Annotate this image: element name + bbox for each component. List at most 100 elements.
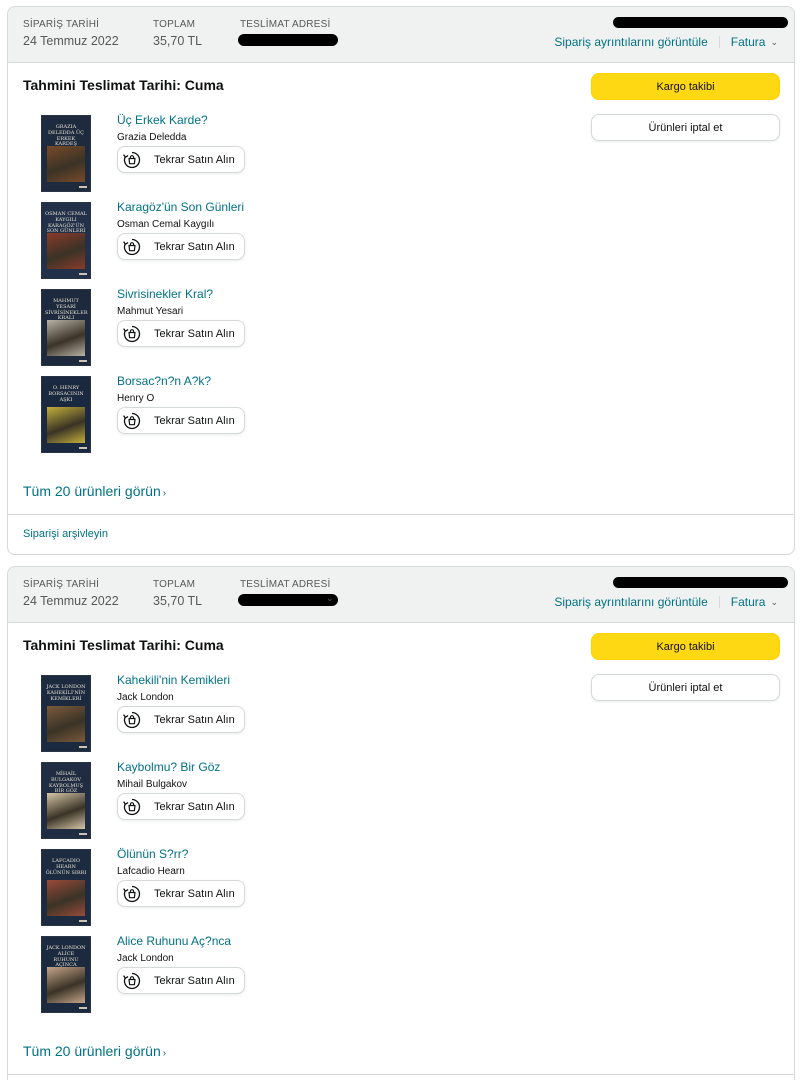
buy-again-icon [122, 971, 142, 991]
track-package-button[interactable]: Kargo takibi [591, 633, 780, 660]
book-cover-text: JACK LONDON ALİCE RUHUNU AÇINCA [46, 945, 86, 969]
buy-again-icon [122, 797, 142, 817]
order-header-links: Sipariş ayrıntılarını görüntüle Fatura ⌄ [554, 595, 778, 609]
order-item: LAFCADIO HEARN ÖLÜNÜN SIRRI Ölünün S?rr? L… [41, 847, 441, 929]
book-cover-text: JACK LONDON KAHEKİLİ'NİN KEMİKLERİ [46, 684, 86, 702]
item-title-link[interactable]: Alice Ruhunu Aç?nca [117, 934, 231, 948]
book-cover-text: LAFCADIO HEARN ÖLÜNÜN SIRRI [45, 858, 87, 876]
order-header: SİPARİŞ TARİHİ 24 Temmuz 2022 TOPLAM 35,… [8, 7, 794, 63]
item-author: Osman Cemal Kaygılı [117, 219, 215, 230]
cancel-items-button[interactable]: Ürünleri iptal et [591, 674, 780, 701]
see-all-items-link[interactable]: Tüm 20 ürünleri görün › [23, 1043, 166, 1059]
book-cover-art [47, 880, 85, 916]
buy-again-button[interactable]: Tekrar Satın Alın [117, 320, 245, 347]
book-cover-image[interactable]: O. HENRY BORSACININ AŞKI [41, 376, 91, 453]
order-item: MİHAİL BULGAKOV KAYBOLMUŞ BİR GÖZ Kaybolm… [41, 760, 441, 842]
book-cover-text: MİHAİL BULGAKOV KAYBOLMUŞ BİR GÖZ [48, 771, 84, 795]
book-cover-art [47, 706, 85, 742]
book-cover-text: GRAZIA DELEDDA ÜÇ ERKEK KARDEŞ [48, 124, 84, 148]
book-cover-image[interactable]: GRAZIA DELEDDA ÜÇ ERKEK KARDEŞ [41, 115, 91, 192]
order-header-links: Sipariş ayrıntılarını görüntüle Fatura ⌄ [554, 35, 778, 49]
order-details-link[interactable]: Sipariş ayrıntılarını görüntüle [554, 35, 707, 49]
archive-order-link[interactable]: Siparişi arşivleyin [23, 528, 108, 540]
order-item: JACK LONDON KAHEKİLİ'NİN KEMİKLERİ Kaheki… [41, 673, 441, 755]
order-details-link[interactable]: Sipariş ayrıntılarını görüntüle [554, 595, 707, 609]
order-item: MAHMUT YESARİ SİVRİSİNEKLER KRALI Sivrisi… [41, 287, 441, 369]
item-title-link[interactable]: Sivrisinekler Kral? [117, 287, 213, 301]
buy-again-label: Tekrar Satın Alın [154, 327, 235, 340]
buy-again-button[interactable]: Tekrar Satın Alın [117, 880, 245, 907]
item-title-link[interactable]: Üç Erkek Karde? [117, 113, 208, 127]
buy-again-button[interactable]: Tekrar Satın Alın [117, 793, 245, 820]
buy-again-label: Tekrar Satın Alın [154, 887, 235, 900]
publisher-logo [79, 360, 87, 362]
buy-again-button[interactable]: Tekrar Satın Alın [117, 233, 245, 260]
order-date-label: SİPARİŞ TARİHİ [23, 19, 100, 30]
see-all-items-link[interactable]: Tüm 20 ürünleri görün › [23, 483, 166, 499]
book-cover-art [47, 407, 85, 443]
buy-again-icon [122, 324, 142, 344]
chevron-down-icon[interactable]: ⌄ [770, 597, 778, 608]
buy-again-label: Tekrar Satın Alın [154, 974, 235, 987]
item-author: Henry O [117, 393, 155, 404]
item-title-link[interactable]: Kahekili'nin Kemikleri [117, 673, 230, 687]
book-cover-image[interactable]: OSMAN CEMAL KAYGILI KARAGÖZ'ÜN SON GÜNLE… [41, 202, 91, 279]
redacted-address [238, 34, 338, 46]
order-card: SİPARİŞ TARİHİ 24 Temmuz 2022 TOPLAM 35,… [7, 566, 795, 1080]
publisher-logo [79, 1007, 87, 1009]
buy-again-button[interactable]: Tekrar Satın Alın [117, 967, 245, 994]
book-cover-art [47, 233, 85, 269]
book-cover-art [47, 793, 85, 829]
book-cover-image[interactable]: MİHAİL BULGAKOV KAYBOLMUŞ BİR GÖZ [41, 762, 91, 839]
order-item: O. HENRY BORSACININ AŞKI Borsac?n?n A?k? H… [41, 374, 441, 456]
buy-again-button[interactable]: Tekrar Satın Alın [117, 407, 245, 434]
book-cover-art [47, 967, 85, 1003]
redacted-order-number [613, 17, 788, 28]
publisher-logo [79, 447, 87, 449]
buy-again-label: Tekrar Satın Alın [154, 713, 235, 726]
chevron-right-icon: › [162, 1048, 167, 1059]
item-title-link[interactable]: Ölünün S?rr? [117, 847, 188, 861]
order-item: JACK LONDON ALİCE RUHUNU AÇINCA Alice Ruh… [41, 934, 441, 1016]
order-total-group: TOPLAM 35,70 TL [153, 579, 202, 608]
publisher-logo [79, 833, 87, 835]
book-cover-image[interactable]: MAHMUT YESARİ SİVRİSİNEKLER KRALI [41, 289, 91, 366]
divider [8, 514, 794, 515]
book-cover-art [47, 146, 85, 182]
invoice-link[interactable]: Fatura [731, 595, 766, 609]
redacted-address [238, 594, 338, 606]
link-separator [718, 596, 720, 608]
order-card: SİPARİŞ TARİHİ 24 Temmuz 2022 TOPLAM 35,… [7, 6, 795, 555]
book-cover-art [47, 320, 85, 356]
buy-again-label: Tekrar Satın Alın [154, 414, 235, 427]
buy-again-label: Tekrar Satın Alın [154, 153, 235, 166]
buy-again-icon [122, 710, 142, 730]
buy-again-button[interactable]: Tekrar Satın Alın [117, 146, 245, 173]
item-title-link[interactable]: Borsac?n?n A?k? [117, 374, 211, 388]
order-header: SİPARİŞ TARİHİ 24 Temmuz 2022 TOPLAM 35,… [8, 567, 794, 623]
chevron-right-icon: › [162, 488, 167, 499]
buy-again-button[interactable]: Tekrar Satın Alın [117, 706, 245, 733]
order-total: 35,70 TL [153, 594, 203, 608]
buy-again-icon [122, 411, 142, 431]
chevron-down-icon[interactable]: ⌄ [770, 37, 778, 48]
book-cover-text: OSMAN CEMAL KAYGILI KARAGÖZ'ÜN SON GÜNLE… [45, 211, 87, 235]
cancel-items-button[interactable]: Ürünleri iptal et [591, 114, 780, 141]
item-author: Jack London [117, 953, 174, 964]
book-cover-image[interactable]: LAFCADIO HEARN ÖLÜNÜN SIRRI [41, 849, 91, 926]
order-total-label: TOPLAM [153, 19, 196, 30]
publisher-logo [79, 273, 87, 275]
buy-again-label: Tekrar Satın Alın [154, 800, 235, 813]
book-cover-image[interactable]: JACK LONDON KAHEKİLİ'NİN KEMİKLERİ [41, 675, 91, 752]
book-cover-image[interactable]: JACK LONDON ALİCE RUHUNU AÇINCA [41, 936, 91, 1013]
track-package-button[interactable]: Kargo takibi [591, 73, 780, 100]
publisher-logo [79, 186, 87, 188]
item-author: Grazia Deledda [117, 132, 187, 143]
buy-again-icon [122, 884, 142, 904]
chevron-down-icon[interactable]: ⌄ [326, 593, 334, 604]
invoice-link[interactable]: Fatura [731, 35, 766, 49]
publisher-logo [79, 746, 87, 748]
item-title-link[interactable]: Karagöz'ün Son Günleri [117, 200, 244, 214]
item-title-link[interactable]: Kaybolmu? Bir Göz [117, 760, 220, 774]
item-author: Mihail Bulgakov [117, 779, 188, 790]
